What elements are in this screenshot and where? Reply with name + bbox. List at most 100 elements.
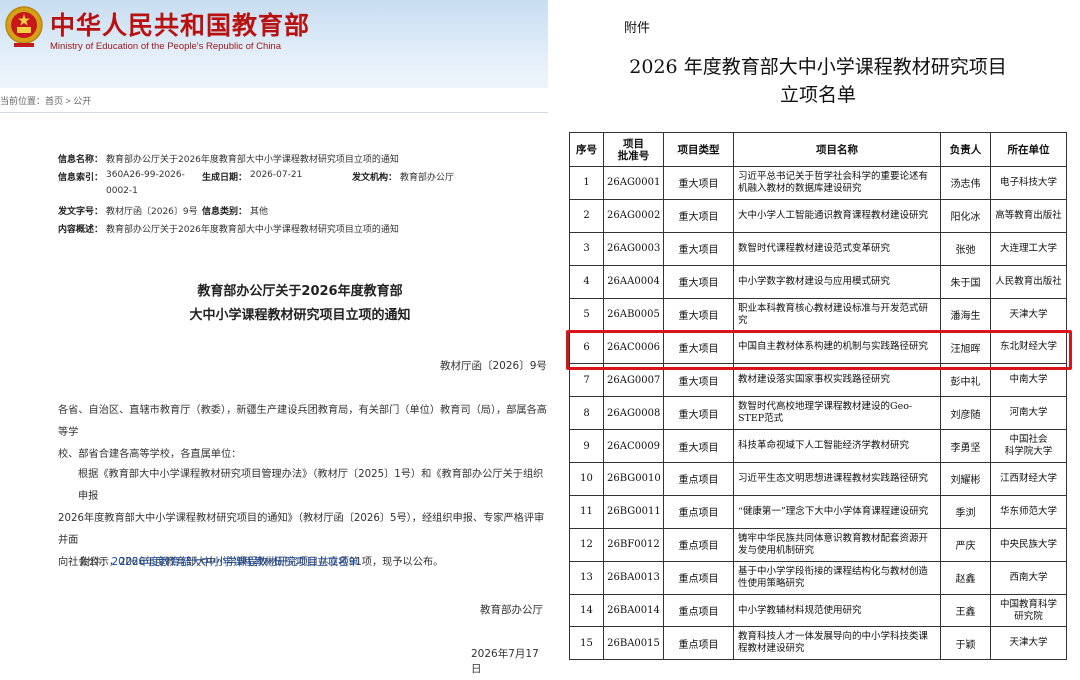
cell-approval-number: 26AG0008 — [603, 396, 664, 431]
cell-index: 1 — [569, 166, 604, 200]
attachment-prefix: 附件： — [80, 556, 112, 568]
cell-project-name: “健康第一”理念下大中小学体育课程建设研究 — [733, 494, 941, 529]
cell-index: 9 — [569, 429, 604, 464]
cell-project-name: 习近平生态文明思想进课程教材实践路径研究 — [733, 462, 941, 496]
table-row: 6 26AC0006 重大项目 中国自主教材体系构建的机制与实践路径研究 汪旭晖 东北财经… — [569, 330, 1067, 365]
cell-index: 6 — [569, 330, 604, 365]
cell-institution: 西南大学 — [990, 560, 1067, 595]
cell-institution: 东北财经大学 — [990, 330, 1067, 365]
paragraph-line-1: 根据《教育部大中小学课程教材研究项目管理办法》（教材厅〔2025〕1号）和《教育… — [78, 469, 544, 502]
doc-title-line-2: 大中小学课程教材研究项目立项的通知 — [189, 308, 411, 323]
cell-institution: 华东师范大学 — [990, 494, 1067, 529]
recipients-line-1: 各省、自治区、直辖市教育厅（教委），新疆生产建设兵团教育局，有关部门（单位）教育… — [58, 405, 547, 438]
cell-project-name: 习近平总书记关于哲学社会科学的重要论述有机融入教材的数据库建设研究 — [733, 166, 941, 200]
info-summary-label: 内容概述： — [58, 225, 104, 235]
breadcrumb-section-link[interactable]: 公开 — [73, 96, 91, 106]
info-org-label: 发文机构： — [352, 173, 398, 183]
info-org-value: 教育部办公厅 — [400, 173, 455, 183]
cell-institution: 电子科技大学 — [990, 166, 1067, 200]
cell-institution: 中央民族大学 — [990, 527, 1067, 562]
cell-project-name: 大中小学人工智能通识教育课程教材建设研究 — [733, 198, 941, 233]
table-row: 8 26AG0008 重大项目 数智时代高校地理学课程教材建设的Geo-STEP范式刘… — [569, 396, 1067, 431]
cell-project-type: 重点项目 — [663, 527, 734, 562]
national-emblem-icon — [5, 6, 43, 47]
cell-project-type: 重点项目 — [663, 494, 734, 529]
divider — [0, 112, 548, 113]
cell-project-type: 重点项目 — [663, 462, 734, 496]
cell-leader: 彭中礼 — [940, 363, 991, 398]
cell-project-name: 职业本科教育核心教材建设标准与开发范式研究 — [733, 297, 941, 332]
cell-approval-number: 26BF0012 — [603, 527, 664, 562]
notice-page: 中华人民共和国教育部 Ministry of Education of the … — [0, 0, 548, 680]
cell-index: 2 — [569, 198, 604, 233]
attachment-link[interactable]: 2026年度教育部大中小学课程教材研究项目立项名单 — [112, 556, 359, 568]
info-category-label: 信息类别： — [202, 207, 248, 217]
table-row: 7 26AG0007 重大项目 教材建设落实国家事权实践路径研究 彭中礼 中南大学 — [569, 363, 1067, 398]
cell-institution: 人民教育出版社 — [990, 264, 1067, 299]
cell-leader: 汪旭晖 — [940, 330, 991, 365]
cell-project-name: 铸牢中华民族共同体意识教育教材配套资源开发与使用机制研究 — [733, 527, 941, 562]
table-row: 2 26AG0002 重大项目 大中小学人工智能通识教育课程教材建设研究 阳化冰 高等教育… — [569, 198, 1067, 233]
cell-project-type: 重大项目 — [663, 264, 734, 299]
cell-index: 4 — [569, 264, 604, 299]
cell-project-type: 重大项目 — [663, 429, 734, 464]
cell-project-name: 数智时代课程教材建设范式变革研究 — [733, 231, 941, 266]
cell-institution: 天津大学 — [990, 626, 1067, 661]
attachment-label: 附件 — [624, 21, 651, 36]
cell-approval-number: 26AC0006 — [603, 330, 664, 365]
recipients: 各省、自治区、直辖市教育厅（教委），新疆生产建设兵团教育局，有关部门（单位）教育… — [58, 400, 548, 466]
table-body: 1 26AG0001 重大项目 习近平总书记关于哲学社会科学的重要论述有机融入教材的数… — [569, 166, 1067, 661]
cell-index: 8 — [569, 396, 604, 431]
info-number-label: 发文字号： — [58, 207, 104, 217]
info-name-value: 教育部办公厅关于2026年度教育部大中小学课程教材研究项目立项的通知 — [106, 155, 399, 165]
cell-index: 3 — [569, 231, 604, 266]
header-index: 序号 — [569, 132, 604, 167]
attachment-line: 附件：2026年度教育部大中小学课程教材研究项目立项名单 — [80, 554, 359, 569]
info-category-value: 其他 — [250, 207, 269, 217]
site-title[interactable]: 中华人民共和国教育部 — [50, 6, 310, 42]
doc-title-line-1: 教育部办公厅关于2026年度教育部 — [197, 284, 403, 299]
cell-approval-number: 26BG0010 — [603, 462, 664, 496]
cell-institution: 江西财经大学 — [990, 462, 1067, 496]
cell-approval-number: 26AG0001 — [603, 166, 664, 200]
breadcrumb-prefix: 当前位置： — [0, 96, 46, 106]
cell-leader: 王鑫 — [940, 593, 991, 628]
cell-leader: 李勇坚 — [940, 429, 991, 464]
cell-project-type: 重大项目 — [663, 231, 734, 266]
cell-approval-number: 26AC0009 — [603, 429, 664, 464]
info-summary-value: 教育部办公厅关于2026年度教育部大中小学课程教材研究项目立项的通知 — [106, 225, 399, 235]
site-banner: 中华人民共和国教育部 Ministry of Education of the … — [0, 0, 548, 88]
cell-project-name: 中小学数字教材建设与应用模式研究 — [733, 264, 941, 299]
cell-leader: 潘海生 — [940, 297, 991, 332]
cell-project-name: 中国自主教材体系构建的机制与实践路径研究 — [733, 330, 941, 365]
cell-leader: 张弛 — [940, 231, 991, 266]
cell-institution: 河南大学 — [990, 396, 1067, 431]
doc-number: 教材厅函〔2026〕9号 — [440, 360, 547, 372]
info-index-value: 360A26-99-2026- — [106, 170, 185, 180]
breadcrumb: 当前位置：首页 > 公开 — [0, 94, 91, 107]
table-row: 4 26AA0004 重大项目 中小学数字教材建设与应用模式研究 朱于国 人民教育出版社 — [569, 264, 1067, 299]
cell-project-name: 教材建设落实国家事权实践路径研究 — [733, 363, 941, 398]
header-leader: 负责人 — [940, 132, 991, 167]
cell-approval-number: 26AA0004 — [603, 264, 664, 299]
cell-institution: 高等教育出版社 — [990, 198, 1067, 233]
header-approval-number: 项目 批准号 — [603, 132, 664, 167]
cell-project-type: 重大项目 — [663, 297, 734, 332]
cell-leader: 赵鑫 — [940, 560, 991, 595]
list-title-line-1: 2026 年度教育部大中小学课程教材研究项目 — [629, 56, 1007, 78]
cell-approval-number: 26AG0007 — [603, 363, 664, 398]
cell-index: 7 — [569, 363, 604, 398]
breadcrumb-home-link[interactable]: 首页 — [45, 96, 63, 106]
info-date-label: 生成日期： — [202, 173, 248, 183]
signature: 教育部办公厅 — [480, 604, 543, 616]
cell-leader: 汤志伟 — [940, 166, 991, 200]
table-row: 1 26AG0001 重大项目 习近平总书记关于哲学社会科学的重要论述有机融入教材的数… — [569, 166, 1067, 200]
cell-project-type: 重点项目 — [663, 560, 734, 595]
cell-project-type: 重大项目 — [663, 198, 734, 233]
table-row: 9 26AC0009 重大项目 科技革命视域下人工智能经济学教材研究 李勇坚 中国社会 科学… — [569, 429, 1067, 464]
cell-institution: 大连理工大学 — [990, 231, 1067, 266]
cell-index: 12 — [569, 527, 604, 562]
cell-leader: 阳化冰 — [940, 198, 991, 233]
site-subtitle: Ministry of Education of the People's Re… — [50, 41, 281, 52]
info-index-label: 信息索引： — [58, 173, 104, 183]
